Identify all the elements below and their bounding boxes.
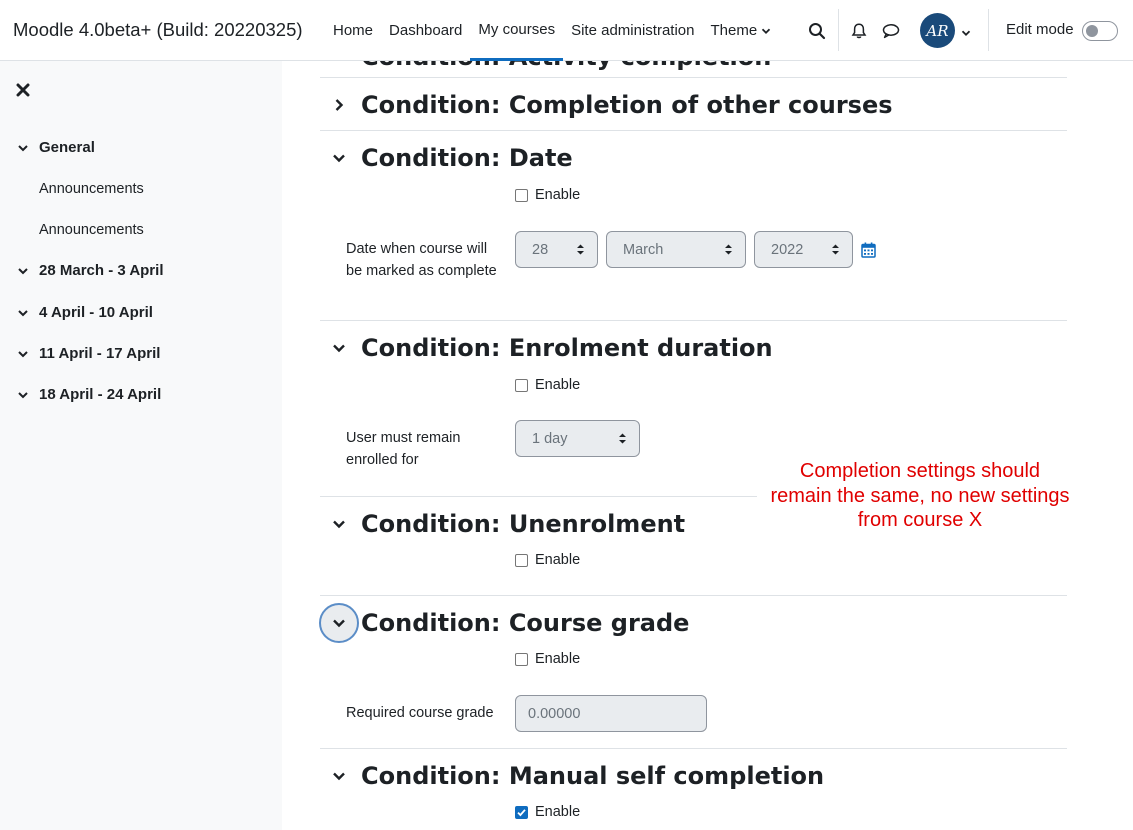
section-title-unenrolment[interactable]: Condition: Unenrolment — [361, 510, 685, 538]
section-label: 18 April - 24 April — [39, 386, 162, 403]
unenrolment-enable-checkbox[interactable] — [515, 553, 528, 567]
section-label: 28 March - 3 April — [39, 262, 164, 279]
course-index-section-week-2[interactable]: 4 April - 10 April — [17, 304, 153, 321]
enrolment-duration-select[interactable]: 1 day — [515, 420, 640, 457]
nav-link-theme[interactable]: Theme — [703, 0, 780, 61]
chevron-down-icon[interactable] — [319, 603, 359, 643]
section-title-activity-completion[interactable]: Condition: Activity completion — [361, 61, 771, 71]
nav-link-site-administration[interactable]: Site administration — [563, 0, 702, 61]
calendar-icon[interactable] — [861, 242, 877, 258]
annotation-note: Completion settings should remain the sa… — [770, 460, 1070, 531]
section-title-enrolment-duration[interactable]: Condition: Enrolment duration — [361, 334, 773, 362]
chevron-down-icon[interactable] — [320, 505, 358, 543]
toggle-knob — [1086, 25, 1098, 37]
enrolment-duration-field-label: User must remain enrolled for — [346, 430, 461, 468]
select-arrow-icon — [618, 432, 627, 449]
checkmark-icon — [517, 808, 526, 816]
navbar-divider — [988, 9, 989, 51]
date-year-select[interactable]: 2022 — [754, 231, 853, 268]
edit-mode-label: Edit mode — [1006, 21, 1074, 38]
top-navbar: Moodle 4.0beta+ (Build: 20220325) Home D… — [0, 0, 1133, 61]
enrolment-duration-enable-checkbox[interactable] — [515, 378, 528, 392]
course-index-section-week-4[interactable]: 18 April - 24 April — [17, 386, 161, 403]
chevron-down-icon[interactable] — [320, 329, 358, 367]
section-label: General — [39, 139, 95, 156]
chevron-down-icon — [17, 307, 31, 319]
enrolment-duration-enable-row: Enable — [515, 377, 580, 393]
chevron-down-icon — [17, 142, 31, 154]
course-grade-enable-label: Enable — [535, 651, 581, 667]
user-avatar[interactable]: AR — [920, 13, 955, 48]
site-name[interactable]: Moodle 4.0beta+ (Build: 20220325) — [13, 19, 303, 41]
section-title-other-courses[interactable]: Condition: Completion of other courses — [361, 91, 893, 119]
course-grade-field-label: Required course grade — [346, 705, 494, 721]
course-completion-form: Condition: Activity completion Condition… — [282, 61, 1133, 830]
date-enable-row: Enable — [515, 187, 580, 203]
date-enable-checkbox[interactable] — [515, 188, 528, 202]
select-arrow-icon — [831, 243, 840, 260]
nav-link-my-courses[interactable]: My courses — [470, 0, 564, 61]
primary-navigation: Home Dashboard My courses Site administr… — [325, 0, 779, 61]
section-title-manual-self-completion[interactable]: Condition: Manual self completion — [361, 762, 824, 790]
course-index-activity-announcements[interactable]: Announcements — [39, 222, 144, 238]
close-icon[interactable] — [16, 83, 32, 99]
date-year-value: 2022 — [771, 241, 804, 258]
course-index-section-week-1[interactable]: 28 March - 3 April — [17, 262, 163, 279]
course-index-section-general[interactable]: General — [17, 139, 95, 156]
search-icon[interactable] — [806, 20, 828, 42]
section-divider — [320, 595, 1067, 596]
chevron-right-icon[interactable] — [320, 86, 358, 124]
course-index-section-week-3[interactable]: 11 April - 17 April — [17, 345, 160, 362]
manual-self-enable-checkbox[interactable] — [515, 805, 528, 819]
chevron-down-icon — [17, 348, 31, 360]
date-field-label: Date when course will be marked as compl… — [346, 241, 497, 279]
section-divider — [320, 320, 1067, 321]
select-arrow-icon — [576, 243, 585, 260]
date-day-value: 28 — [532, 241, 549, 258]
course-index-activity-announcements[interactable]: Announcements — [39, 181, 144, 197]
manual-self-enable-row: Enable — [515, 804, 580, 820]
course-grade-enable-checkbox[interactable] — [515, 652, 528, 666]
date-month-value: March — [623, 241, 664, 258]
course-index-drawer: General Announcements Announcements 28 M… — [0, 61, 282, 830]
chevron-down-icon[interactable] — [961, 25, 971, 42]
section-divider — [320, 77, 1067, 78]
date-enable-label: Enable — [535, 187, 581, 203]
section-title-course-grade[interactable]: Condition: Course grade — [361, 609, 689, 637]
chevron-down-icon[interactable] — [320, 757, 358, 795]
section-divider — [320, 496, 757, 497]
nav-link-theme-label: Theme — [710, 22, 758, 39]
manual-self-enable-label: Enable — [535, 804, 581, 820]
chevron-down-icon — [17, 265, 31, 277]
edit-mode-toggle[interactable] — [1082, 21, 1118, 41]
section-label: 4 April - 10 April — [39, 304, 153, 321]
section-divider — [320, 748, 1067, 749]
bell-icon[interactable] — [848, 20, 870, 42]
chevron-down-icon — [17, 389, 31, 401]
enrolment-duration-enable-label: Enable — [535, 377, 581, 393]
course-grade-enable-row: Enable — [515, 651, 580, 667]
date-day-select[interactable]: 28 — [515, 231, 598, 268]
section-divider — [320, 130, 1067, 131]
course-grade-input[interactable]: 0.00000 — [515, 695, 707, 732]
navbar-divider — [838, 9, 839, 51]
chevron-down-icon — [761, 26, 771, 36]
section-title-date[interactable]: Condition: Date — [361, 144, 573, 172]
nav-link-dashboard[interactable]: Dashboard — [381, 0, 470, 61]
nav-link-home[interactable]: Home — [325, 0, 381, 61]
unenrolment-enable-label: Enable — [535, 552, 581, 568]
section-label: 11 April - 17 April — [39, 345, 161, 362]
chat-icon[interactable] — [880, 20, 902, 42]
unenrolment-enable-row: Enable — [515, 552, 580, 568]
select-arrow-icon — [724, 243, 733, 260]
enrolment-duration-value: 1 day — [532, 430, 568, 447]
chevron-down-icon[interactable] — [320, 139, 358, 177]
course-grade-value: 0.00000 — [528, 705, 581, 722]
date-month-select[interactable]: March — [606, 231, 746, 268]
